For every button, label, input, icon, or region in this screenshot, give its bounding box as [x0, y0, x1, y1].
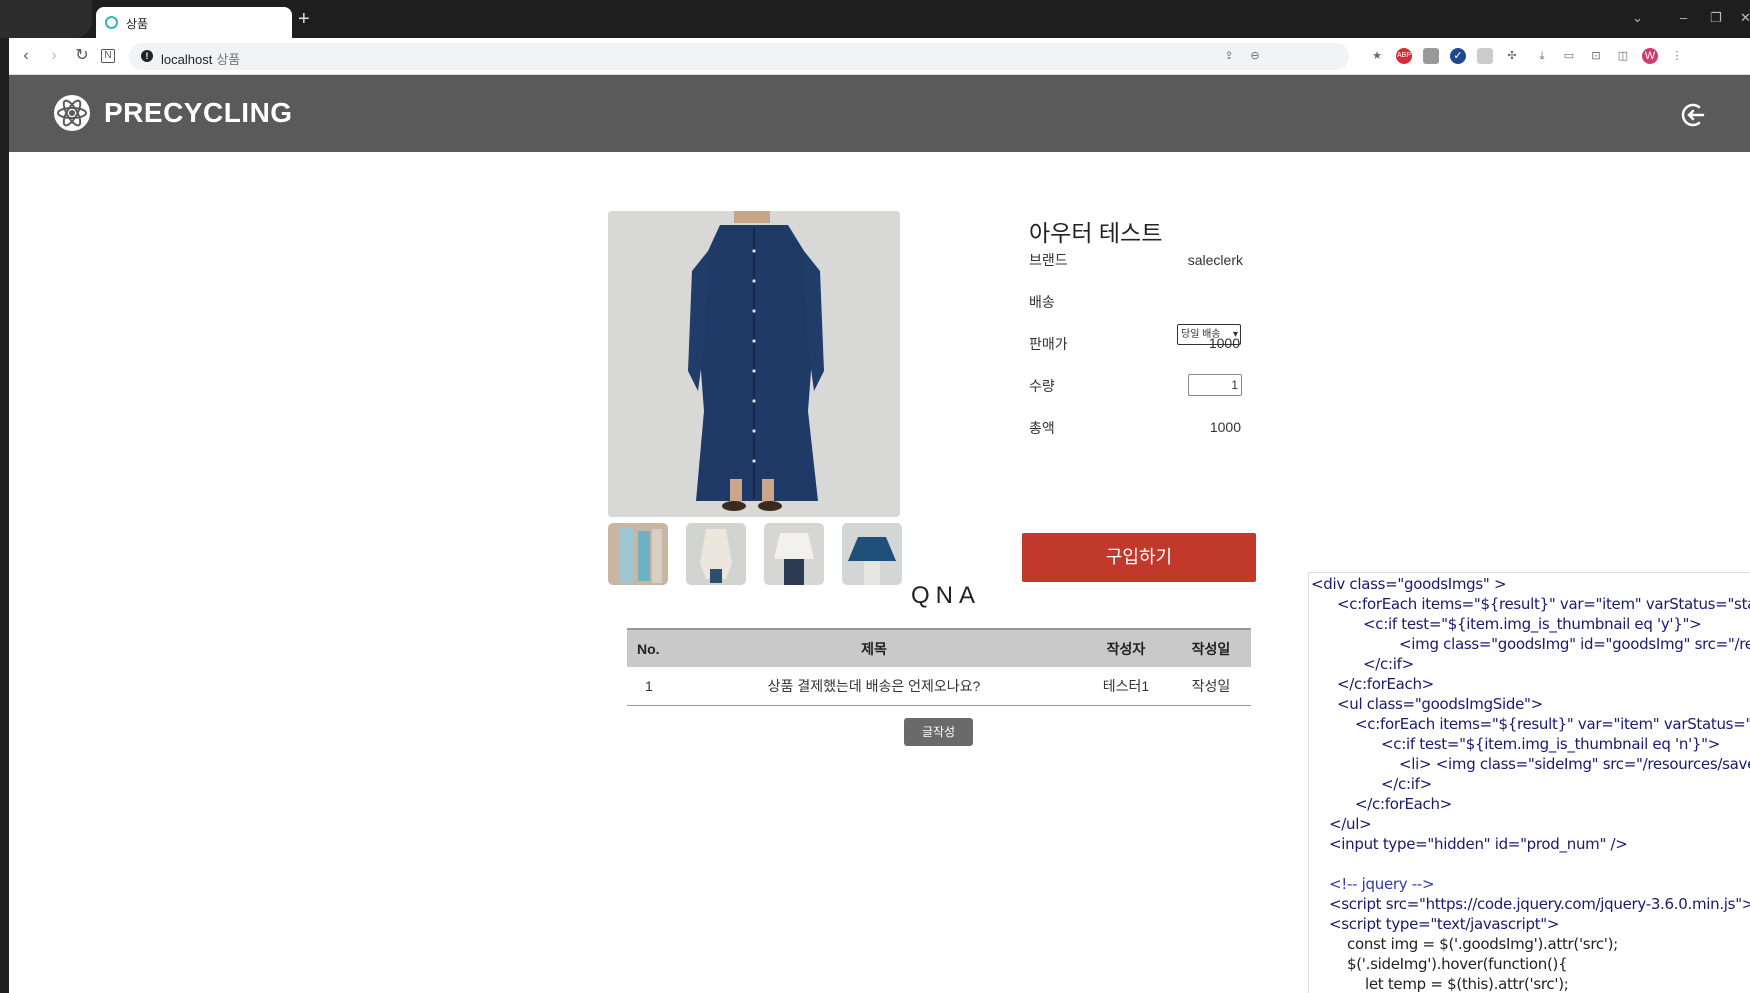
reload-icon[interactable]: ↻: [73, 47, 91, 65]
screenshot-icon[interactable]: ⊡: [1588, 48, 1604, 64]
code-comment-line: <!-- jquery -->: [1329, 875, 1435, 893]
code-line: </c:if>: [1363, 655, 1414, 673]
product-thumbnail[interactable]: [764, 523, 824, 585]
source-code-panel: <div class="goodsImgs" > <c:forEach item…: [1308, 572, 1750, 993]
code-line: const img = $('.goodsImg').attr('src');: [1347, 935, 1618, 953]
product-main-image: [608, 211, 900, 517]
site-info-icon[interactable]: !: [141, 50, 153, 62]
brand-label: 브랜드: [1029, 252, 1068, 268]
code-line: <div class="goodsImgs" >: [1311, 575, 1507, 593]
sidepanel-icon[interactable]: ◫: [1615, 48, 1631, 64]
cast-icon[interactable]: ▭: [1561, 48, 1577, 64]
profile-avatar[interactable]: W: [1642, 48, 1658, 64]
table-row[interactable]: 1 상품 결제했는데 배송은 언제오나요? 테스터1 작성일: [627, 667, 1251, 706]
back-icon[interactable]: ‹: [17, 47, 35, 65]
code-line: </c:if>: [1381, 775, 1432, 793]
tab-search-icon[interactable]: ⌄: [1632, 10, 1643, 26]
loading-icon: [105, 16, 118, 29]
bookmark-icon[interactable]: ★: [1369, 48, 1385, 64]
menu-icon[interactable]: ⋮: [1669, 48, 1685, 64]
code-line: <c:forEach items="${result}" var="item" …: [1337, 595, 1750, 613]
browser-tab[interactable]: 상품: [96, 7, 292, 38]
quantity-input[interactable]: 1: [1188, 374, 1242, 396]
price-label: 판매가: [1029, 336, 1068, 352]
code-line: <c:forEach items="${result}" var="item" …: [1355, 715, 1750, 733]
tabstrip-left-area: [0, 0, 92, 38]
code-line: $('.sideImg').hover(function(){: [1347, 955, 1568, 973]
qna-row-title-link[interactable]: 상품 결제했는데 배송은 언제오나요?: [667, 667, 1081, 706]
qna-row-author: 테스터1: [1081, 667, 1171, 706]
site-header: PRECYCLING: [9, 75, 1750, 152]
browser-toolbar: ‹ › ↻ N ! localhost 상품 ⇪ ⊖ ★ ABP ✓ ✣ ⤓ ▭ …: [9, 38, 1750, 75]
total-label: 총액: [1029, 420, 1055, 436]
qna-header-row: No. 제목 작성자 작성일: [627, 628, 1251, 667]
address-bar[interactable]: ! localhost 상품 ⇪ ⊖: [129, 43, 1349, 70]
qna-row-no: 1: [627, 667, 667, 706]
code-line: <img class="goodsImg" id="goodsImg" src=…: [1399, 635, 1750, 653]
adblock-icon[interactable]: ABP: [1396, 48, 1412, 64]
code-line: </c:forEach>: [1355, 795, 1452, 813]
minimize-icon[interactable]: –: [1680, 10, 1687, 25]
qna-col-date: 작성일: [1171, 628, 1251, 667]
atom-logo-icon[interactable]: [53, 94, 91, 132]
code-line: <script type="text/javascript">: [1329, 915, 1560, 933]
code-line: <input type="hidden" id="prod_num" />: [1329, 835, 1628, 853]
zoom-icon[interactable]: ⊖: [1247, 48, 1263, 64]
shipping-label: 배송: [1029, 294, 1055, 310]
share-icon[interactable]: ⇪: [1221, 48, 1237, 64]
product-title: 아우터 테스트: [1029, 220, 1163, 246]
puzzle-icon[interactable]: ✣: [1504, 48, 1520, 64]
code-line: </c:forEach>: [1337, 675, 1434, 693]
new-tab-button[interactable]: +: [298, 9, 310, 29]
total-value: 1000: [1209, 419, 1241, 435]
extension-icon[interactable]: [1423, 48, 1439, 64]
price-value: 1000: [1208, 335, 1240, 351]
check-extension-icon[interactable]: ✓: [1450, 48, 1466, 64]
forward-icon[interactable]: ›: [45, 47, 63, 65]
quantity-label: 수량: [1029, 378, 1055, 394]
code-line: <c:if test="${item.img_is_thumbnail eq '…: [1363, 615, 1702, 633]
buy-button[interactable]: 구입하기: [1022, 533, 1256, 582]
brand-value: saleclerk: [1187, 252, 1243, 268]
screenshot: 상품 + ⌄ – ❐ ✕ ‹ › ↻ N ! localhost 상품 ⇪ ⊖ ★…: [0, 0, 1750, 993]
qna-col-author: 작성자: [1081, 628, 1171, 667]
code-line: <ul class="goodsImgSide">: [1337, 695, 1543, 713]
product-thumbnail[interactable]: [842, 523, 902, 585]
qna-table: No. 제목 작성자 작성일 1 상품 결제했는데 배송은 언제오나요? 테스터…: [627, 628, 1251, 706]
product-thumbnail[interactable]: [608, 523, 668, 585]
tab-title: 상품: [126, 17, 149, 31]
grid-extension-icon[interactable]: [1477, 48, 1493, 64]
code-line: <c:if test="${item.img_is_thumbnail eq '…: [1381, 735, 1721, 753]
code-line: </ul>: [1329, 815, 1372, 833]
close-icon[interactable]: ✕: [1740, 10, 1750, 26]
reader-icon[interactable]: N: [101, 49, 115, 63]
url-page-title: 상품: [216, 52, 241, 67]
code-line: let temp = $(this).attr('src');: [1365, 975, 1569, 993]
site-brand[interactable]: PRECYCLING: [104, 97, 293, 129]
browser-tabstrip: 상품 + ⌄ – ❐ ✕: [0, 0, 1750, 38]
code-line: <li> <img class="sideImg" src="/resource…: [1399, 755, 1750, 773]
write-post-button[interactable]: 글작성: [904, 718, 973, 746]
product-thumbnail[interactable]: [686, 523, 746, 585]
qna-col-no: No.: [627, 628, 667, 667]
qna-title: QNA: [910, 582, 981, 609]
code-line: <script src="https://code.jquery.com/jqu…: [1329, 895, 1750, 913]
qna-row-date: 작성일: [1171, 667, 1251, 706]
url-text: localhost: [161, 52, 213, 67]
download-icon[interactable]: ⤓: [1534, 48, 1550, 64]
logout-icon[interactable]: [1679, 101, 1707, 129]
qna-col-title: 제목: [667, 628, 1081, 667]
restore-icon[interactable]: ❐: [1710, 10, 1722, 26]
